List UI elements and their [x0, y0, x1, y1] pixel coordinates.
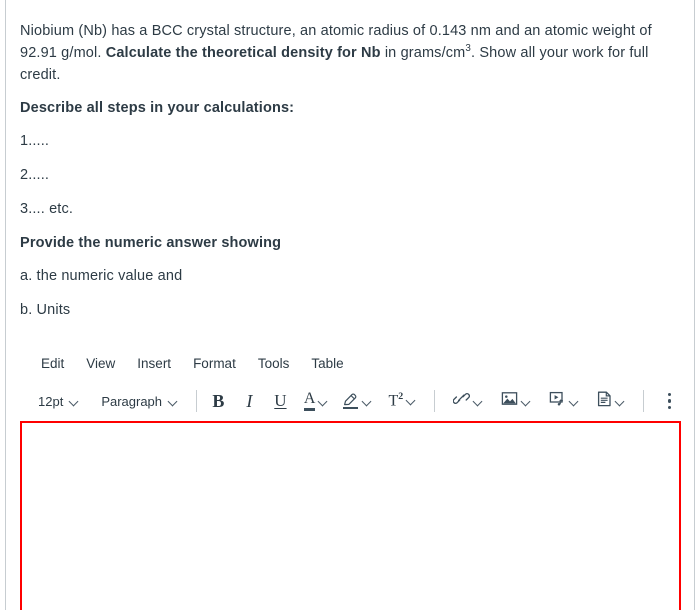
chevron-down-icon[interactable] [319, 397, 328, 406]
font-size-select[interactable]: 12pt [30, 390, 87, 413]
block-format-select[interactable]: Paragraph [93, 390, 186, 413]
menu-item-tools[interactable]: Tools [247, 353, 301, 374]
italic-button[interactable]: I [238, 388, 261, 414]
bold-icon: B [212, 390, 225, 411]
text-color-button[interactable]: A [300, 391, 333, 411]
block-format-value: Paragraph [101, 393, 163, 409]
font-size-value: 12pt [38, 393, 64, 409]
menu-item-edit[interactable]: Edit [30, 353, 75, 374]
editor-menubar: Edit View Insert Format Tools Table [20, 348, 681, 378]
more-options-button[interactable] [658, 388, 681, 414]
content-right-rule [694, 0, 695, 610]
chevron-down-icon[interactable] [570, 397, 579, 406]
steps-list: 1..... 2..... 3.... etc. [20, 130, 652, 220]
insert-document-button[interactable] [593, 391, 629, 412]
question-page: Niobium (Nb) has a BCC crystal structure… [0, 0, 700, 610]
superscript-icon: T2 [388, 392, 403, 409]
chevron-down-icon[interactable] [616, 397, 625, 406]
answer-part-a: a. the numeric value and [20, 268, 183, 284]
chevron-down-icon[interactable] [407, 396, 416, 405]
describe-steps-heading: Describe all steps in your calculations: [20, 100, 295, 116]
step-item-2: 2..... [20, 167, 50, 183]
kebab-menu-icon [667, 392, 672, 410]
highlighter-pen-icon [342, 393, 359, 410]
content-left-rule [5, 0, 6, 610]
insert-link-button[interactable] [449, 391, 487, 411]
underline-button[interactable]: U [269, 388, 292, 414]
rich-text-editor: Edit View Insert Format Tools Table 12pt… [20, 348, 681, 419]
answer-text-area[interactable] [20, 421, 681, 610]
chevron-down-icon[interactable] [522, 397, 531, 406]
question-paragraph-main: Niobium (Nb) has a BCC crystal structure… [20, 20, 652, 86]
media-icon [549, 391, 566, 411]
image-icon [501, 391, 518, 411]
provide-answer-heading: Provide the numeric answer showing [20, 235, 282, 251]
menu-item-table[interactable]: Table [300, 353, 354, 374]
superscript-base: T [388, 392, 399, 410]
toolbar-separator [434, 390, 436, 412]
bold-button[interactable]: B [207, 388, 230, 414]
answer-part-b: b. Units [20, 302, 71, 318]
toolbar-separator [643, 390, 644, 412]
insert-image-button[interactable] [497, 391, 535, 411]
menu-item-view[interactable]: View [75, 353, 126, 374]
chevron-down-icon [169, 397, 178, 406]
chevron-down-icon[interactable] [474, 397, 483, 406]
step-item-3: 3.... etc. [20, 201, 74, 217]
underline-icon: U [274, 391, 287, 410]
superscript-exponent: 2 [398, 391, 404, 403]
highlight-color-button[interactable] [338, 393, 376, 410]
menu-item-format[interactable]: Format [182, 353, 247, 374]
question-text-bold: Calculate the theoretical density for Nb [105, 45, 381, 61]
link-icon [452, 391, 471, 411]
document-icon [597, 391, 612, 412]
superscript-button[interactable]: T2 [384, 392, 420, 409]
toolbar-separator [196, 390, 197, 412]
step-item-1: 1..... [20, 133, 50, 149]
insert-media-button[interactable] [545, 391, 583, 411]
chevron-down-icon[interactable] [363, 397, 372, 406]
editor-toolbar: 12pt Paragraph B I U A T2 [20, 383, 681, 419]
italic-icon: I [246, 390, 253, 411]
text-color-icon: A [303, 391, 316, 411]
answer-parts-list: a. the numeric value and b. Units [20, 265, 652, 321]
question-prompt: Niobium (Nb) has a BCC crystal structure… [20, 20, 652, 333]
menu-item-insert[interactable]: Insert [126, 353, 182, 374]
chevron-down-icon [70, 397, 79, 406]
question-text-part-2: in grams/cm [380, 45, 466, 61]
